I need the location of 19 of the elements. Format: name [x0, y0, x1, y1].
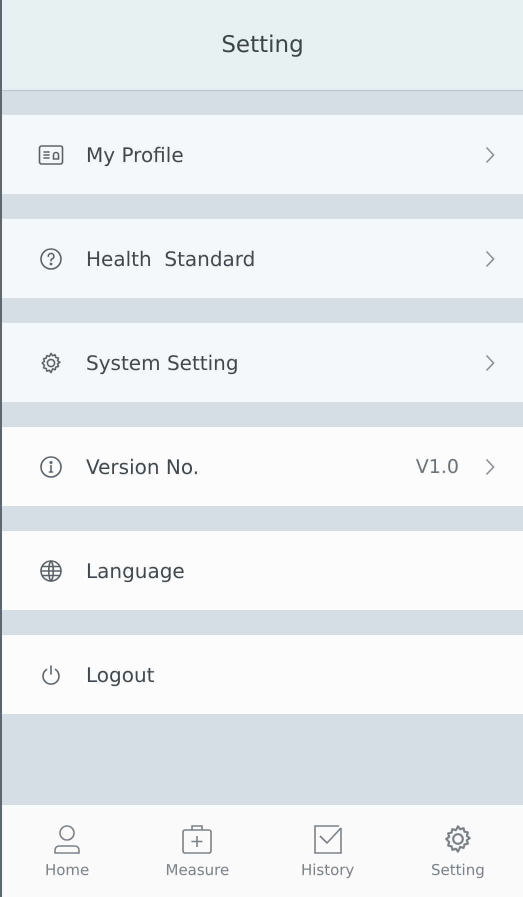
menu-item[interactable]: Health Standard — [2, 219, 523, 298]
tab-bar-item[interactable]: History — [262, 805, 393, 897]
screen-title: Setting — [221, 32, 304, 58]
menu-item[interactable]: Language — [2, 531, 523, 610]
info-icon — [39, 454, 63, 478]
first-aid-kit-icon — [180, 823, 214, 855]
power-icon — [40, 662, 62, 686]
person-icon — [52, 823, 82, 855]
tab-bar-item[interactable]: Setting — [392, 805, 523, 897]
menu-item[interactable]: My Profile — [2, 115, 523, 194]
menu-item[interactable]: Logout — [2, 635, 523, 714]
help-icon — [39, 246, 63, 270]
globe-icon — [39, 558, 63, 582]
settings-icon — [39, 350, 63, 374]
tab-bar-item[interactable]: Measure — [132, 805, 262, 897]
menu-item[interactable]: System Setting — [2, 323, 523, 402]
menu-item[interactable]: Version No. V1.0 — [2, 427, 523, 506]
tab-bar-item[interactable]: Home — [2, 805, 132, 897]
id-card-icon — [38, 144, 64, 166]
